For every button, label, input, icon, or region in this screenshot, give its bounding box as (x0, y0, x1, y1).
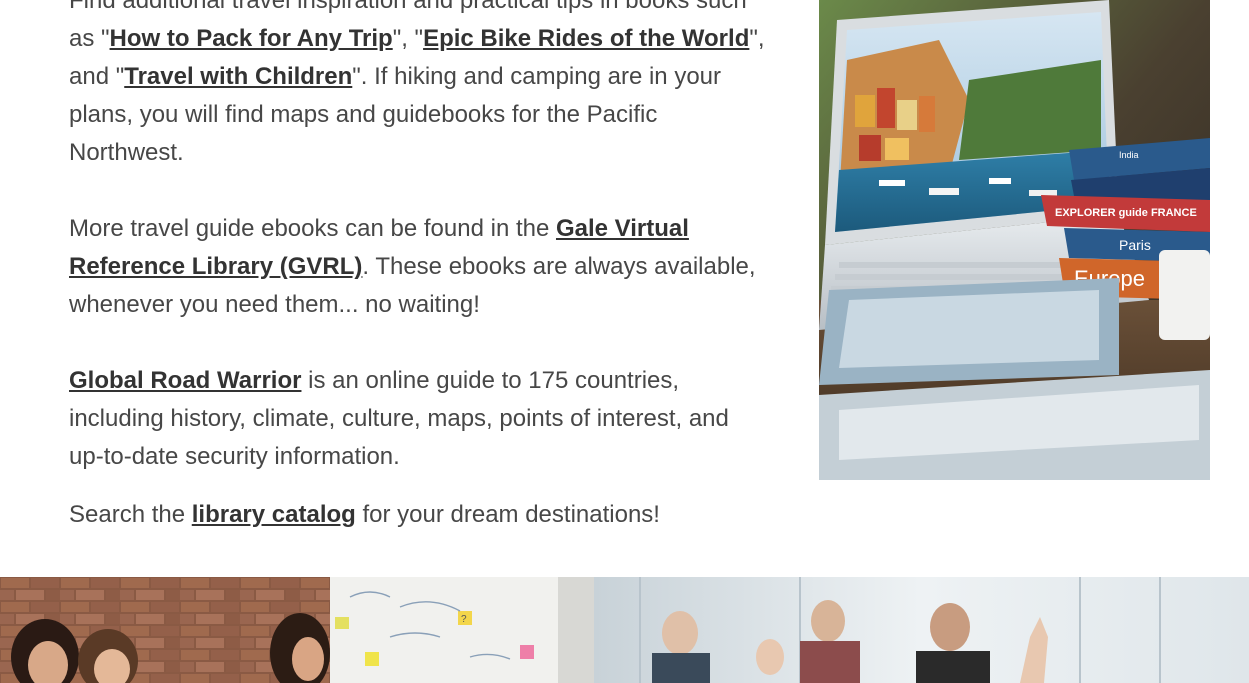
catalog-after: for your dream destinations! (355, 501, 660, 528)
sticky-note (365, 652, 379, 666)
person-body (652, 653, 710, 683)
road-warrior-paragraph: Global Road Warrior is an online guide t… (69, 362, 769, 476)
catalog-before: Search the (69, 501, 192, 528)
screen-house (897, 100, 917, 130)
person-face (292, 637, 324, 681)
screen-house (877, 88, 895, 128)
intro-sep-1: ", " (392, 25, 424, 52)
person-body (800, 641, 860, 683)
catalog-paragraph: Search the library catalog for your drea… (69, 496, 769, 534)
travel-laptop-photo: India EXPLORER guide FRANCE Paris Europe (819, 0, 1210, 480)
banner-divider (558, 577, 594, 683)
person-face (930, 603, 970, 651)
person-face (662, 611, 698, 655)
screen-boat (989, 178, 1011, 184)
sticky-note-text: ? (461, 614, 467, 625)
article-body: Find additional travel inspiration and p… (69, 0, 769, 534)
screen-house (855, 95, 875, 127)
laptop-books-illustration: India EXPLORER guide FRANCE Paris Europe (819, 0, 1210, 480)
link-travel-with-children[interactable]: Travel with Children (124, 63, 352, 90)
gvrl-paragraph: More travel guide ebooks can be found in… (69, 210, 769, 324)
gvrl-before: More travel guide ebooks can be found in… (69, 215, 556, 242)
meeting-banner-photo: ? (0, 577, 1249, 683)
person-face (756, 639, 784, 675)
book-label: EXPLORER guide FRANCE (1055, 207, 1197, 219)
person-body (916, 651, 990, 683)
intro-text: Find additional travel inspiration and p… (69, 0, 690, 14)
screen-house (919, 96, 935, 132)
banner-illustration: ? (0, 577, 1249, 683)
book-label: Paris (1119, 237, 1151, 253)
screen-house (859, 135, 881, 161)
screen-boat (929, 188, 959, 195)
link-global-road-warrior[interactable]: Global Road Warrior (69, 367, 301, 394)
screen-house (885, 138, 909, 160)
link-epic-bike-rides[interactable]: Epic Bike Rides of the World (423, 25, 749, 52)
book-label: India (1119, 150, 1139, 160)
sticky-note (520, 645, 534, 659)
coffee-mug (1159, 250, 1210, 340)
link-library-catalog[interactable]: library catalog (192, 501, 356, 528)
link-how-to-pack[interactable]: How to Pack for Any Trip (110, 25, 393, 52)
person-face (811, 600, 845, 642)
intro-paragraph: Find additional travel inspiration and p… (69, 0, 769, 172)
guidebook-page (839, 290, 1099, 368)
screen-boat (879, 180, 905, 186)
sticky-note (335, 617, 349, 629)
